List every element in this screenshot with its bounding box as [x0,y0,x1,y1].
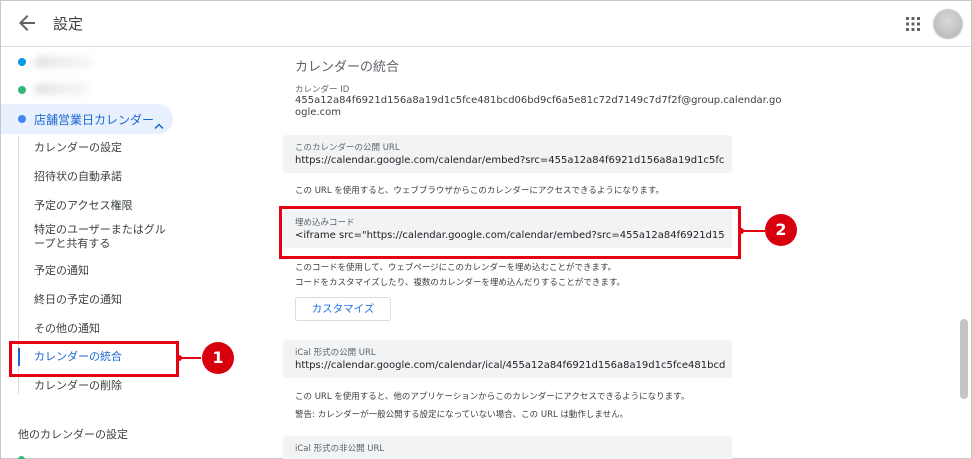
embed-code-note2: コードをカスタマイズしたり、複数のカレンダーを埋め込んだりすることができます。 [295,278,626,288]
sidebar-calendar-selected[interactable]: 店舗営業日カレンダー [1,104,173,134]
sidebar-item-auto-accept[interactable]: 招待状の自動承諾 [34,170,122,184]
public-url-value[interactable]: https://calendar.google.com/calendar/emb… [295,155,725,166]
calendar-color-dot [18,115,26,123]
ical-public-url-warning: 警告: カレンダーが一般公開する設定になっていない場合、この URL は動作しま… [295,410,629,420]
sidebar-item-label-line1: 特定のユーザーまたはグル [34,223,166,236]
sidebar-item-cut-off[interactable] [18,452,138,459]
arrow-back-icon[interactable] [15,11,39,35]
section-title: カレンダーの統合 [295,60,400,75]
step-badge-1: 1 [202,342,234,374]
blurred-calendar-name[interactable] [34,56,94,68]
calendar-color-dot [18,58,26,66]
avatar[interactable] [933,9,963,39]
public-url-label: このカレンダーの公開 URL [295,143,400,153]
app-header: 設定 [1,1,971,47]
blurred-calendar-name[interactable] [34,83,89,95]
sidebar-item-share-with-users[interactable]: 特定のユーザーまたはグル ープと共有する [34,223,166,251]
connector-dot-2 [738,228,744,234]
connector-line-2 [741,230,765,232]
ical-public-url-field[interactable]: iCal 形式の公開 URL https://calendar.google.c… [283,340,732,378]
other-calendars-heading: 他のカレンダーの設定 [18,428,128,441]
ical-public-url-value[interactable]: https://calendar.google.com/calendar/ica… [295,360,725,371]
public-url-note: この URL を使用すると、ウェブブラウザからこのカレンダーにアクセスできるよう… [295,186,664,196]
public-url-field[interactable]: このカレンダーの公開 URL https://calendar.google.c… [283,135,732,173]
connector-dot-1 [176,355,182,361]
chevron-up-icon[interactable] [154,115,164,130]
step-badge-2: 2 [765,214,797,246]
calendar-color-dot [18,86,26,94]
apps-grid-icon[interactable] [905,16,921,32]
page-title: 設定 [53,15,84,33]
settings-sidebar: 店舗営業日カレンダー カレンダーの設定 招待状の自動承諾 予定のアクセス権限 特… [1,48,266,459]
highlight-box-integrate-calendar [9,341,179,377]
sidebar-item-access-permissions[interactable]: 予定のアクセス権限 [34,199,132,213]
highlight-box-embed-code [279,206,741,259]
ical-private-url-field[interactable]: iCal 形式の非公開 URL [283,436,732,459]
ical-private-url-label: iCal 形式の非公開 URL [295,444,385,454]
sidebar-item-other-notifications[interactable]: その他の通知 [34,322,100,336]
calendar-id-value-line1: 455a12a84f6921d156a8a19d1c5fce481bcd06bd… [295,95,782,106]
sidebar-item-calendar-settings[interactable]: カレンダーの設定 [34,141,122,155]
customize-button[interactable]: カスタマイズ [295,297,391,321]
sidebar-item-delete-calendar[interactable]: カレンダーの削除 [34,379,122,393]
visibility-off-icon[interactable] [691,453,721,459]
calendar-id-value-line2: ogle.com [295,107,341,118]
ical-public-url-label: iCal 形式の公開 URL [295,348,376,358]
scrollbar-thumb[interactable] [960,319,968,399]
sidebar-item-event-notifications[interactable]: 予定の通知 [34,264,89,278]
ical-public-url-note: この URL を使用すると、他のアプリケーションからこのカレンダーにアクセスでき… [295,392,690,402]
calendar-id-label: カレンダー ID [295,85,350,95]
connector-line-1 [179,357,201,359]
selected-calendar-name: 店舗営業日カレンダー [34,113,155,127]
embed-code-note1: このコードを使用して、ウェブページにこのカレンダーを埋め込むことができます。 [295,263,617,273]
sidebar-item-allday-notifications[interactable]: 終日の予定の通知 [34,293,122,307]
sidebar-item-label-line2: ープと共有する [34,237,111,250]
